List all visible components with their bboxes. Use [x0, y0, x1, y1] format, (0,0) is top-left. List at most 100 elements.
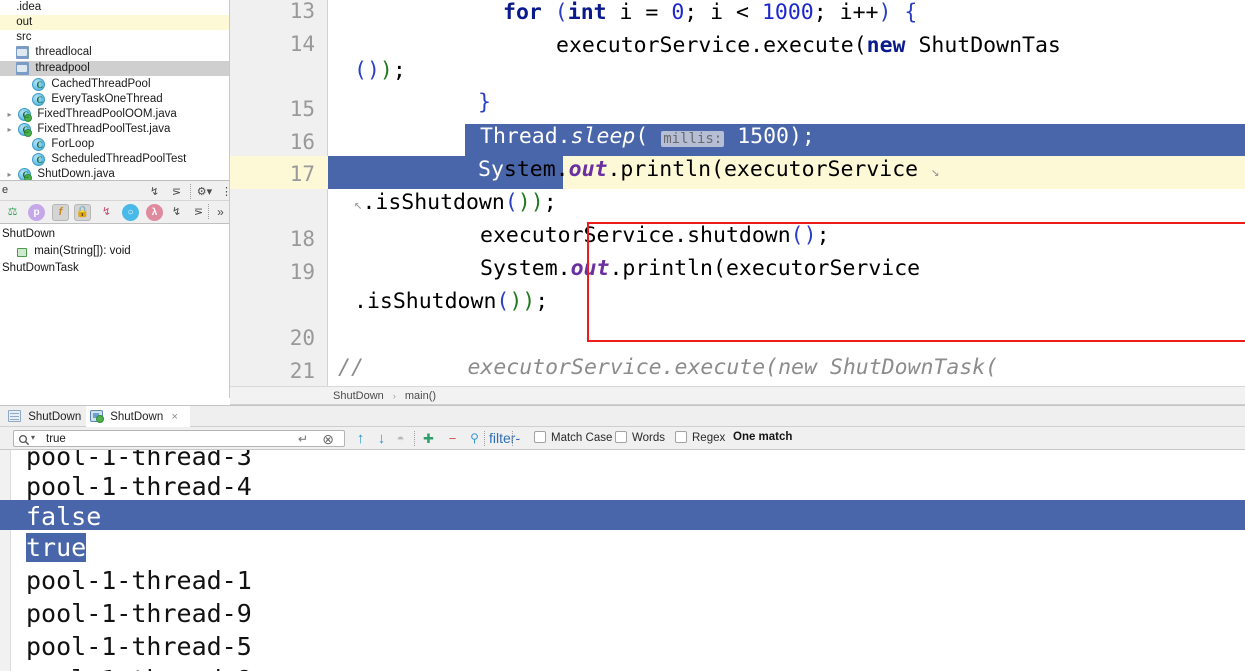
structure-header-label: e	[2, 184, 9, 196]
checkbox-icon[interactable]	[675, 431, 687, 443]
line-number: 16	[289, 130, 315, 154]
code-line-19-wrap: .isShutdown());	[354, 289, 549, 314]
settings-gear-icon[interactable]: ⚙▾	[196, 184, 213, 201]
console-line-highlight-false	[0, 500, 1245, 530]
tree-item-threadpool[interactable]: threadpool	[0, 61, 229, 76]
show-fields-icon[interactable]: f	[52, 204, 69, 221]
code-line-19: System.out.println(executorService	[480, 256, 921, 281]
breadcrumb-separator-icon: ›	[392, 391, 396, 401]
chevron-right-icon[interactable]: ▸	[4, 122, 15, 137]
collapse-all-icon[interactable]: ⋝	[190, 204, 207, 221]
filter-icon[interactable]: filter-icon	[489, 430, 520, 463]
tree-item-fixedthreadpooloom[interactable]: ▸ FixedThreadPoolOOM.java	[0, 107, 229, 123]
toolbar-separator	[208, 204, 209, 219]
tree-item-label: EveryTaskOneThread	[51, 93, 163, 105]
checkbox-icon[interactable]	[615, 431, 627, 443]
expand-all-icon[interactable]: ↯	[146, 184, 163, 201]
tree-item-label: threadpool	[35, 62, 90, 74]
breadcrumb-class[interactable]: ShutDown	[333, 390, 384, 402]
search-icon	[18, 434, 30, 446]
show-non-public-icon[interactable]: 🔒	[74, 204, 91, 221]
breadcrumb-method[interactable]: main()	[405, 390, 436, 402]
tree-item-label: .idea	[16, 1, 42, 13]
parameter-hint: millis:	[661, 131, 725, 147]
show-lambdas-icon[interactable]: λ	[146, 204, 163, 221]
close-icon[interactable]: ×	[171, 406, 177, 428]
console-line: pool-1-thread-8	[26, 667, 252, 671]
tree-item-idea[interactable]: .idea	[0, 0, 229, 15]
sort-icon[interactable]: ⋮	[218, 184, 229, 201]
toolbar-separator	[484, 431, 485, 446]
add-line-icon[interactable]: ✚	[420, 430, 437, 447]
run-tab-label: ShutDown	[110, 411, 164, 424]
tree-item-cachedthreadpool[interactable]: CachedThreadPool	[0, 77, 229, 93]
show-properties-icon[interactable]: p	[28, 204, 45, 221]
run-tab-shutdown-file[interactable]: ShutDown ×	[4, 406, 96, 428]
code-text-area[interactable]: for (int i = 0; i < 1000; i++) { executo…	[328, 0, 1245, 386]
select-all-occurrences-icon[interactable]: ◓	[392, 430, 409, 447]
tree-item-label: ForLoop	[51, 138, 95, 150]
show-anonymous-icon[interactable]: ○	[122, 204, 139, 221]
tree-item-forloop[interactable]: ForLoop	[0, 137, 229, 153]
code-editor[interactable]: 13 14 15 16 17 18 19 20 21 for (int i = …	[230, 0, 1245, 386]
tree-item-src[interactable]: src	[0, 30, 229, 45]
run-tab-shutdown-config[interactable]: ShutDown ×	[86, 406, 190, 428]
regex-option[interactable]: Regex	[675, 431, 725, 444]
tree-item-label: ShutDown.java	[37, 168, 115, 180]
java-class-icon	[32, 92, 46, 108]
group-by-icon[interactable]: ↯	[98, 204, 115, 221]
expand-all-icon[interactable]: ↯	[168, 204, 185, 221]
folder-icon	[16, 45, 30, 59]
option-label: Match Case	[551, 432, 613, 444]
line-number: 13	[289, 0, 315, 23]
collapse-all-icon[interactable]: ⋝	[168, 184, 185, 201]
chevron-right-icon[interactable]: ▸	[4, 107, 15, 122]
search-input[interactable]: ▾ true ↵ ⊗	[13, 430, 345, 447]
match-count-label: One match	[733, 431, 793, 443]
console-line: pool-1-thread-3	[26, 450, 252, 471]
run-tool-window: ShutDown × ShutDown × ▾ true ↵ ⊗ ↑ ↓	[0, 405, 1245, 671]
editor-gutter[interactable]: 13 14 15 16 17 18 19 20 21	[230, 0, 328, 386]
chevron-down-icon[interactable]: ▾	[31, 433, 35, 442]
tree-item-label: CachedThreadPool	[51, 78, 151, 90]
enter-icon[interactable]: ↵	[298, 431, 308, 448]
remove-line-icon[interactable]: −	[444, 430, 461, 447]
search-input-value: true	[46, 433, 66, 445]
tree-item-fixedthreadpooltest[interactable]: ▸ FixedThreadPoolTest.java	[0, 122, 229, 138]
tree-item-everytaskonethread[interactable]: EveryTaskOneThread	[0, 92, 229, 108]
find-previous-icon[interactable]: ↑	[352, 430, 369, 447]
console-output[interactable]: pool-1-thread-3 pool-1-thread-4 false tr…	[0, 450, 1245, 671]
structure-item-shutdown[interactable]: ShutDown	[0, 226, 229, 243]
tree-item-label: out	[16, 16, 33, 28]
words-option[interactable]: Words	[615, 431, 665, 444]
code-line-16: Thread.sleep( millis: 1500);	[480, 124, 815, 149]
java-class-icon	[32, 77, 46, 93]
match-case-option[interactable]: Match Case	[534, 431, 612, 444]
more-options-icon[interactable]: »	[212, 204, 229, 221]
line-number: 19	[289, 260, 315, 284]
console-line: pool-1-thread-5	[26, 632, 252, 661]
search-again-icon[interactable]: ⚲	[466, 430, 483, 447]
console-gutter	[0, 450, 11, 671]
tree-item-scheduledthreadpooltest[interactable]: ScheduledThreadPoolTest	[0, 152, 229, 168]
breadcrumb[interactable]: ShutDown › main()	[230, 386, 1245, 405]
clear-icon[interactable]: ⊗	[322, 431, 334, 448]
tree-item-label: FixedThreadPoolOOM.java	[37, 108, 177, 120]
line-number: 18	[289, 227, 315, 251]
structure-item-shutdowntask[interactable]: ShutDownTask	[0, 260, 229, 277]
find-next-icon[interactable]: ↓	[373, 430, 390, 447]
code-line-13: for (int i = 0; i < 1000; i++) {	[503, 0, 918, 25]
tree-item-label: ScheduledThreadPoolTest	[51, 153, 187, 165]
show-inherited-icon[interactable]: ⚖	[4, 204, 21, 221]
code-line-14-wrap: ());	[354, 58, 406, 83]
tree-item-label: src	[16, 31, 32, 43]
checkbox-icon[interactable]	[534, 431, 546, 443]
run-tab-label: ShutDown	[28, 411, 82, 424]
tree-item-out[interactable]: out	[0, 15, 229, 30]
structure-tree[interactable]: ShutDown main(String[]): void ShutDownTa…	[0, 226, 229, 277]
structure-item-main-method[interactable]: main(String[]): void	[0, 243, 229, 260]
toolbar-separator	[414, 431, 415, 446]
tree-item-threadlocal[interactable]: threadlocal	[0, 45, 229, 60]
line-number: 20	[289, 326, 315, 350]
console-line-true: true	[26, 533, 87, 562]
